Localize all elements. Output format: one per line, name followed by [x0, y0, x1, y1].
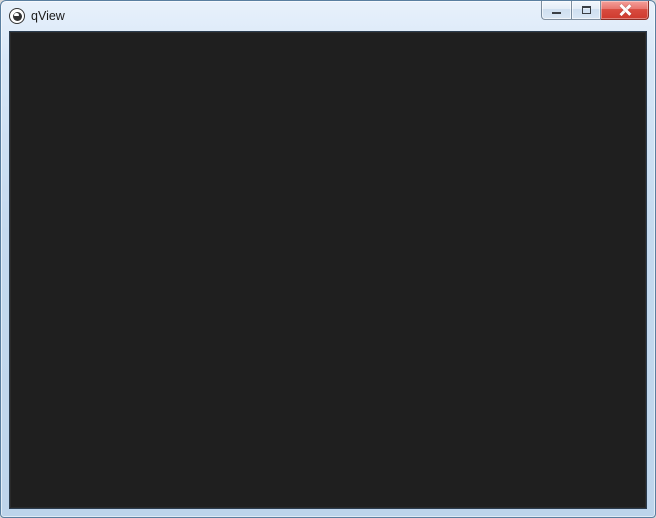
window-frame: qView	[0, 0, 656, 518]
maximize-button[interactable]	[571, 1, 601, 20]
window-title: qView	[31, 1, 541, 31]
window-controls	[541, 1, 649, 31]
close-button[interactable]	[601, 1, 649, 20]
close-icon	[619, 4, 631, 16]
app-icon-glyph	[13, 12, 22, 21]
viewport[interactable]	[9, 31, 647, 509]
titlebar[interactable]: qView	[1, 1, 655, 31]
minimize-icon	[552, 11, 561, 14]
minimize-button[interactable]	[541, 1, 571, 20]
maximize-icon	[582, 6, 591, 14]
qview-app-icon[interactable]	[9, 8, 25, 24]
